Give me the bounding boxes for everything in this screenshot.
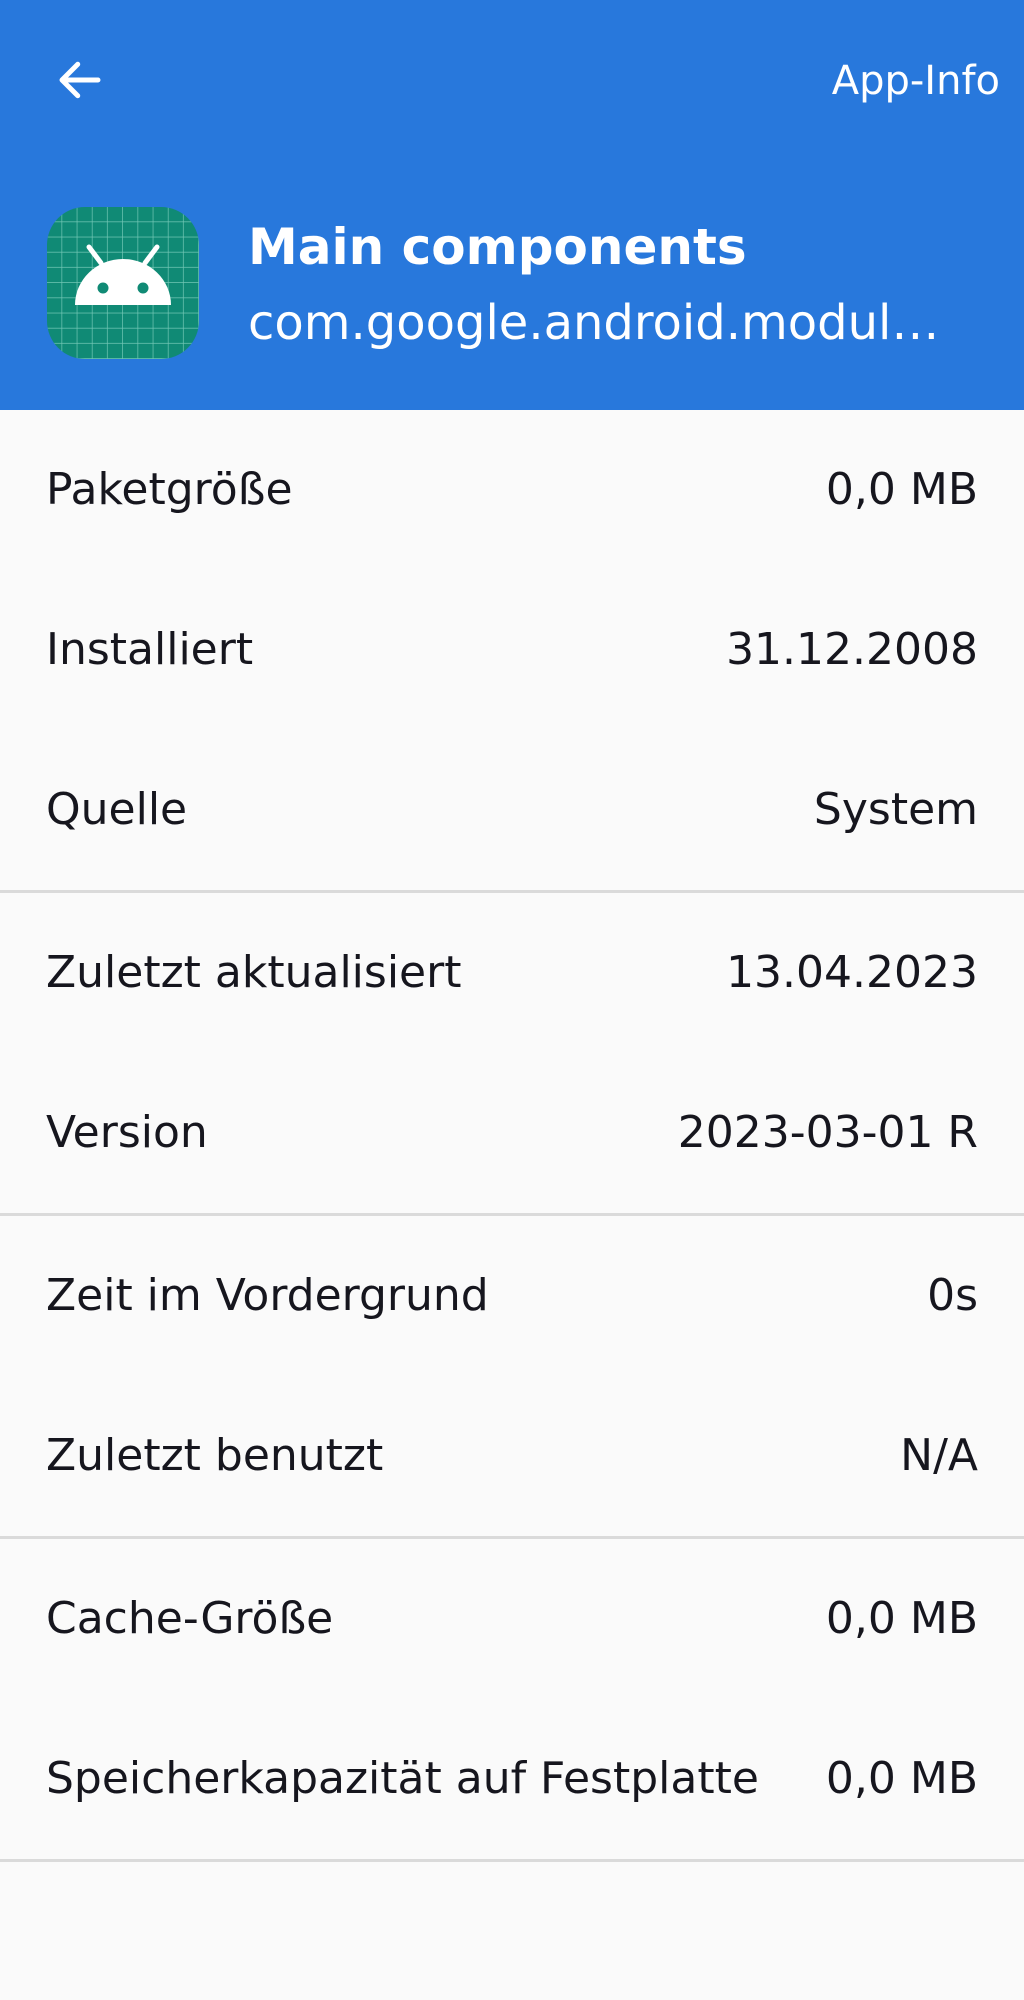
info-label: Speicherkapazität auf Festplatte <box>46 1753 759 1804</box>
info-row-last-updated: Zuletzt aktualisiert 13.04.2023 <box>0 893 1024 1053</box>
info-group-usage: Zeit im Vordergrund 0s Zuletzt benutzt N… <box>0 1216 1024 1539</box>
app-info-list: Paketgröße 0,0 MB Installiert 31.12.2008… <box>0 410 1024 1862</box>
info-row-version: Version 2023-03-01 R <box>0 1053 1024 1213</box>
info-row-installed: Installiert 31.12.2008 <box>0 570 1024 730</box>
info-label: Cache-Größe <box>46 1593 334 1644</box>
info-row-source: Quelle System <box>0 730 1024 890</box>
arrow-left-icon <box>59 61 101 99</box>
android-robot-icon <box>47 207 199 359</box>
info-value: 0s <box>927 1270 978 1321</box>
info-value: 13.04.2023 <box>726 947 978 998</box>
info-value: 0,0 MB <box>825 464 978 515</box>
app-info-header: App-Info Main components com.google.andr… <box>0 0 1024 410</box>
info-row-last-used: Zuletzt benutzt N/A <box>0 1376 1024 1536</box>
info-label: Zuletzt benutzt <box>46 1430 384 1481</box>
info-group-package: Paketgröße 0,0 MB Installiert 31.12.2008… <box>0 410 1024 893</box>
info-value: N/A <box>900 1430 978 1481</box>
info-label: Paketgröße <box>46 464 293 515</box>
info-group-version: Zuletzt aktualisiert 13.04.2023 Version … <box>0 893 1024 1216</box>
info-value: 2023-03-01 R <box>677 1107 978 1158</box>
info-label: Zuletzt aktualisiert <box>46 947 462 998</box>
info-label: Version <box>46 1107 208 1158</box>
info-value: 0,0 MB <box>825 1593 978 1644</box>
info-row-cache-size: Cache-Größe 0,0 MB <box>0 1539 1024 1699</box>
info-label: Installiert <box>46 624 254 675</box>
back-button[interactable] <box>36 36 124 124</box>
info-row-disk-storage: Speicherkapazität auf Festplatte 0,0 MB <box>0 1699 1024 1859</box>
info-value: System <box>813 784 978 835</box>
app-name: Main components <box>248 218 747 276</box>
info-value: 0,0 MB <box>825 1753 978 1804</box>
info-group-storage: Cache-Größe 0,0 MB Speicherkapazität auf… <box>0 1539 1024 1862</box>
info-row-foreground-time: Zeit im Vordergrund 0s <box>0 1216 1024 1376</box>
info-row-package-size: Paketgröße 0,0 MB <box>0 410 1024 570</box>
screen-title: App-Info <box>831 58 1000 104</box>
app-package-name: com.google.android.module… <box>248 295 968 351</box>
app-icon <box>47 207 199 359</box>
info-value: 31.12.2008 <box>726 624 978 675</box>
info-label: Zeit im Vordergrund <box>46 1270 489 1321</box>
info-label: Quelle <box>46 784 188 835</box>
